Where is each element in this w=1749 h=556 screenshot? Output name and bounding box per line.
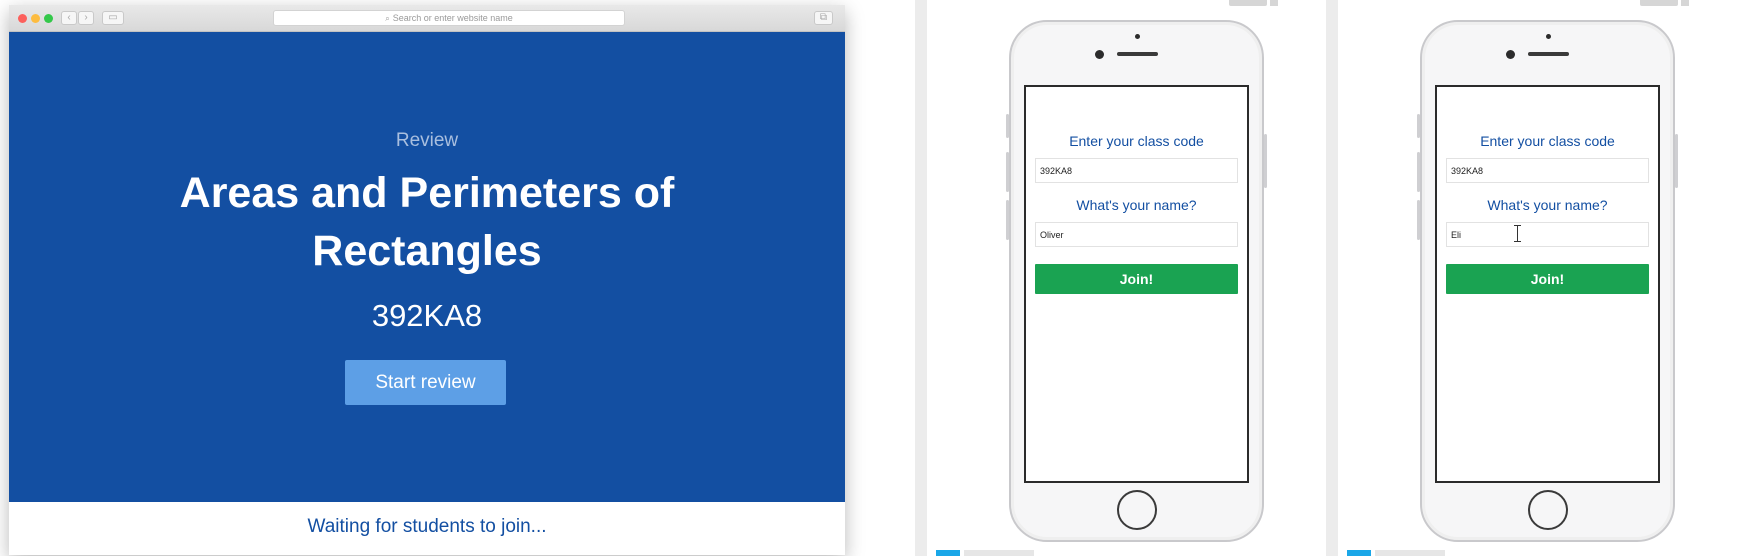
address-placeholder: Search or enter website name	[392, 13, 513, 23]
class-code: 392KA8	[371, 298, 483, 333]
simulator-tag	[1681, 0, 1689, 6]
simulator-tag	[1229, 0, 1267, 6]
phone-screen: Enter your class code What's your name? …	[1435, 85, 1660, 483]
minimize-window-icon[interactable]	[31, 14, 40, 23]
phone: Enter your class code What's your name? …	[1006, 20, 1267, 542]
phone-speaker	[1117, 52, 1158, 56]
phone-side-button	[1417, 152, 1420, 192]
phone-side-button	[1264, 134, 1267, 188]
close-window-icon[interactable]	[18, 14, 27, 23]
review-title: Areas and Perimeters of Rectangles	[179, 169, 675, 275]
phone-side-button	[1006, 114, 1009, 138]
phone-sensor	[1546, 34, 1551, 39]
waiting-text: Waiting for students to join...	[307, 516, 547, 537]
phone-speaker	[1528, 52, 1569, 56]
simulator-tag	[1640, 0, 1678, 6]
join-button[interactable]: Join!	[1035, 264, 1238, 294]
start-review-button[interactable]: Start review	[345, 360, 506, 405]
name-input[interactable]	[1035, 222, 1238, 247]
phone-screen: Enter your class code What's your name? …	[1024, 85, 1249, 483]
name-prompt: What's your name?	[1487, 197, 1608, 213]
simulator-status-label	[1375, 550, 1445, 556]
address-bar[interactable]: ⌕ Search or enter website name	[273, 10, 625, 26]
class-code-prompt: Enter your class code	[1069, 133, 1204, 149]
class-code-input[interactable]	[1446, 158, 1649, 183]
simulator-tag	[1270, 0, 1278, 6]
simulator-status-indicator	[936, 550, 960, 556]
simulator-status-indicator	[1347, 550, 1371, 556]
phone-camera	[1506, 50, 1515, 59]
home-button[interactable]	[1528, 490, 1568, 530]
sidebar-icon[interactable]: ▭	[102, 11, 124, 25]
name-prompt: What's your name?	[1076, 197, 1197, 213]
phone-side-button	[1006, 152, 1009, 192]
name-input[interactable]	[1446, 222, 1649, 247]
zoom-window-icon[interactable]	[44, 14, 53, 23]
phone-sensor	[1135, 34, 1140, 39]
review-panel: Review Areas and Perimeters of Rectangle…	[9, 32, 845, 502]
phone-side-button	[1006, 200, 1009, 240]
phone-side-button	[1675, 134, 1678, 188]
simulator-status-label	[964, 550, 1034, 556]
tabs-icon[interactable]: ⧉	[814, 11, 833, 25]
phone-side-button	[1417, 114, 1420, 138]
class-code-prompt: Enter your class code	[1480, 133, 1615, 149]
chevron-right-icon[interactable]: ›	[78, 11, 94, 25]
search-icon: ⌕	[385, 14, 390, 23]
phone-side-button	[1417, 200, 1420, 240]
chevron-left-icon[interactable]: ‹	[61, 11, 77, 25]
class-code-input[interactable]	[1035, 158, 1238, 183]
home-button[interactable]	[1117, 490, 1157, 530]
review-label: Review	[395, 130, 459, 151]
browser-titlebar: ‹ › ▭ ⌕ Search or enter website name ⧉	[9, 5, 845, 32]
join-button[interactable]: Join!	[1446, 264, 1649, 294]
waiting-bar: Waiting for students to join...	[9, 502, 845, 555]
text-cursor-icon	[1514, 225, 1521, 242]
phone: Enter your class code What's your name? …	[1417, 20, 1678, 542]
browser-window: ‹ › ▭ ⌕ Search or enter website name ⧉ Re…	[9, 5, 845, 555]
phone-camera	[1095, 50, 1104, 59]
